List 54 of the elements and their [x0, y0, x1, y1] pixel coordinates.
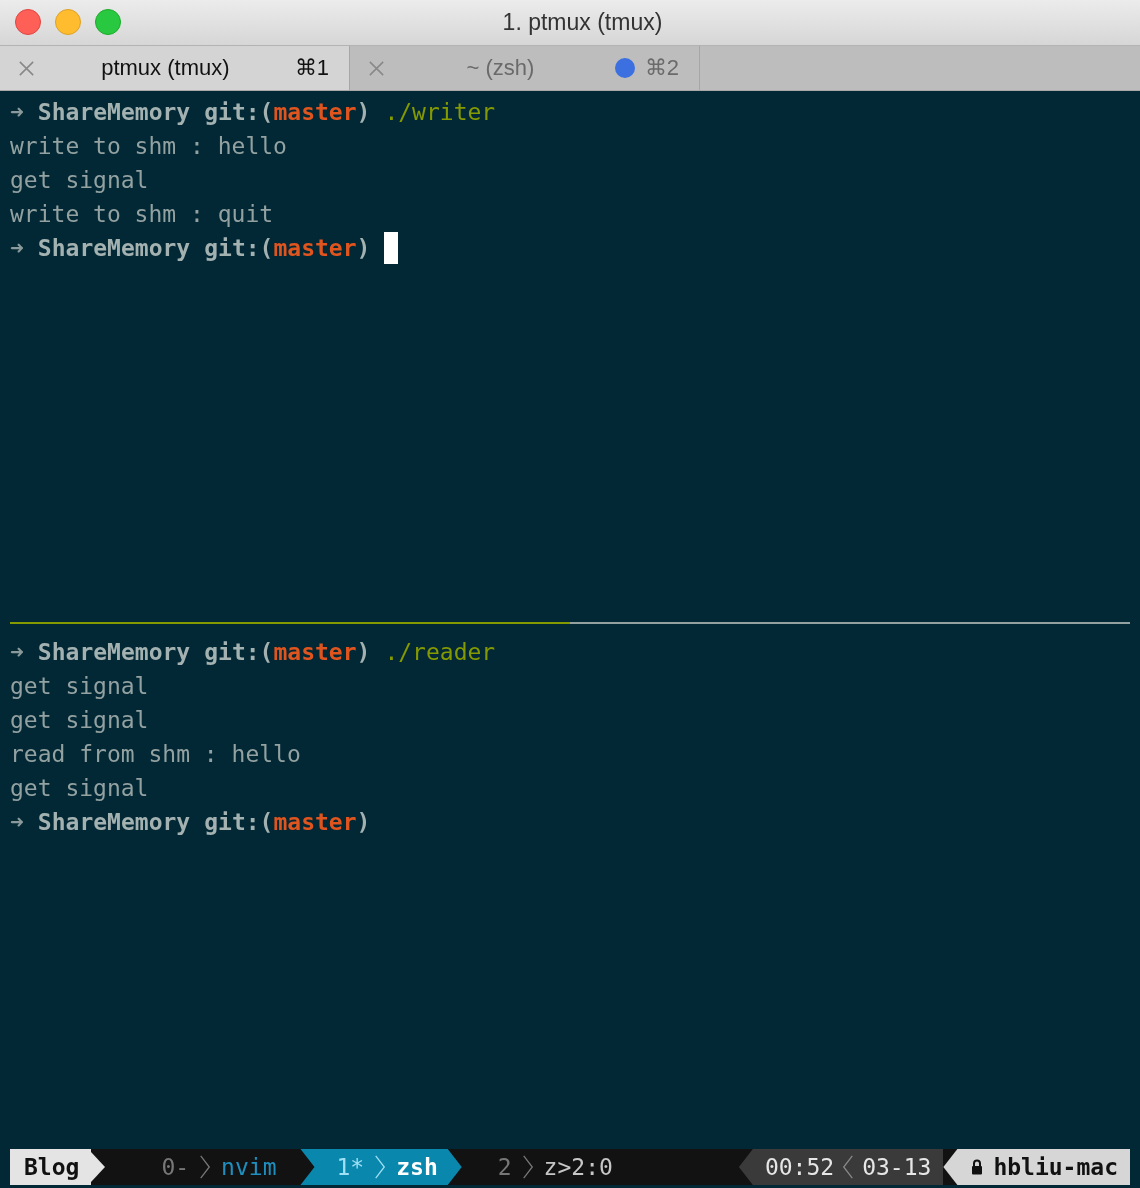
lock-icon	[971, 1159, 984, 1175]
window-title: 1. ptmux (tmux)	[502, 9, 663, 36]
directory-name: ShareMemory	[37, 98, 191, 127]
branch-name: master	[273, 234, 357, 263]
window-item[interactable]: 0- nvim	[125, 1149, 301, 1185]
output-line: write to shm : hello	[10, 132, 287, 161]
output-line: write to shm : quit	[10, 200, 274, 229]
output-line: read from shm : hello	[10, 740, 301, 769]
git-label: git:(	[204, 98, 274, 127]
tab[interactable]: ~ (zsh) ⌘2	[350, 46, 700, 90]
output-line: get signal	[10, 774, 149, 803]
zoom-button[interactable]	[95, 9, 121, 35]
window-index: 0-	[161, 1154, 190, 1180]
directory-name: ShareMemory	[37, 234, 191, 263]
tab-label: ~ (zsh)	[465, 55, 536, 81]
window-item[interactable]: 2 z>2:0	[461, 1149, 637, 1185]
command: ./reader	[384, 638, 496, 667]
date: 03-13	[862, 1154, 932, 1180]
time: 00:52	[764, 1154, 835, 1180]
close-icon[interactable]	[17, 58, 36, 78]
git-label: git:(	[204, 638, 274, 667]
tab-shortcut: ⌘2	[644, 55, 679, 81]
branch-name: master	[273, 638, 357, 667]
branch-name: master	[273, 808, 357, 837]
window-name: zsh	[396, 1154, 438, 1180]
git-label-end: )	[356, 234, 371, 263]
minimize-button[interactable]	[55, 9, 81, 35]
tab-shortcut: ⌘1	[294, 55, 329, 81]
git-label: git:(	[204, 808, 274, 837]
close-button[interactable]	[15, 9, 41, 35]
git-label-end: )	[356, 808, 371, 837]
window-name: z>2:0	[543, 1154, 613, 1180]
git-label-end: )	[356, 98, 371, 127]
host-name: hbliu-mac	[993, 1154, 1118, 1180]
output-line: get signal	[10, 706, 149, 735]
git-label: git:(	[204, 234, 274, 263]
prompt-arrow: ➜	[10, 638, 24, 667]
prompt-arrow: ➜	[10, 98, 24, 127]
window-item[interactable]: 1* zsh	[300, 1149, 462, 1185]
branch-name: master	[273, 98, 357, 127]
directory-name: ShareMemory	[37, 638, 191, 667]
output-line: get signal	[10, 672, 149, 701]
prompt-arrow: ➜	[10, 808, 24, 837]
window-index: 1*	[336, 1154, 365, 1180]
output-line: get signal	[10, 166, 149, 195]
window-name: nvim	[221, 1154, 277, 1180]
prompt-arrow: ➜	[10, 234, 24, 263]
git-label-end: )	[356, 638, 371, 667]
window-index: 2	[497, 1154, 512, 1180]
tab[interactable]: ptmux (tmux) ⌘1	[0, 46, 350, 90]
directory-name: ShareMemory	[37, 808, 191, 837]
command: ./writer	[384, 98, 496, 127]
close-icon[interactable]	[367, 58, 386, 78]
tab-label: ptmux (tmux)	[100, 55, 231, 81]
